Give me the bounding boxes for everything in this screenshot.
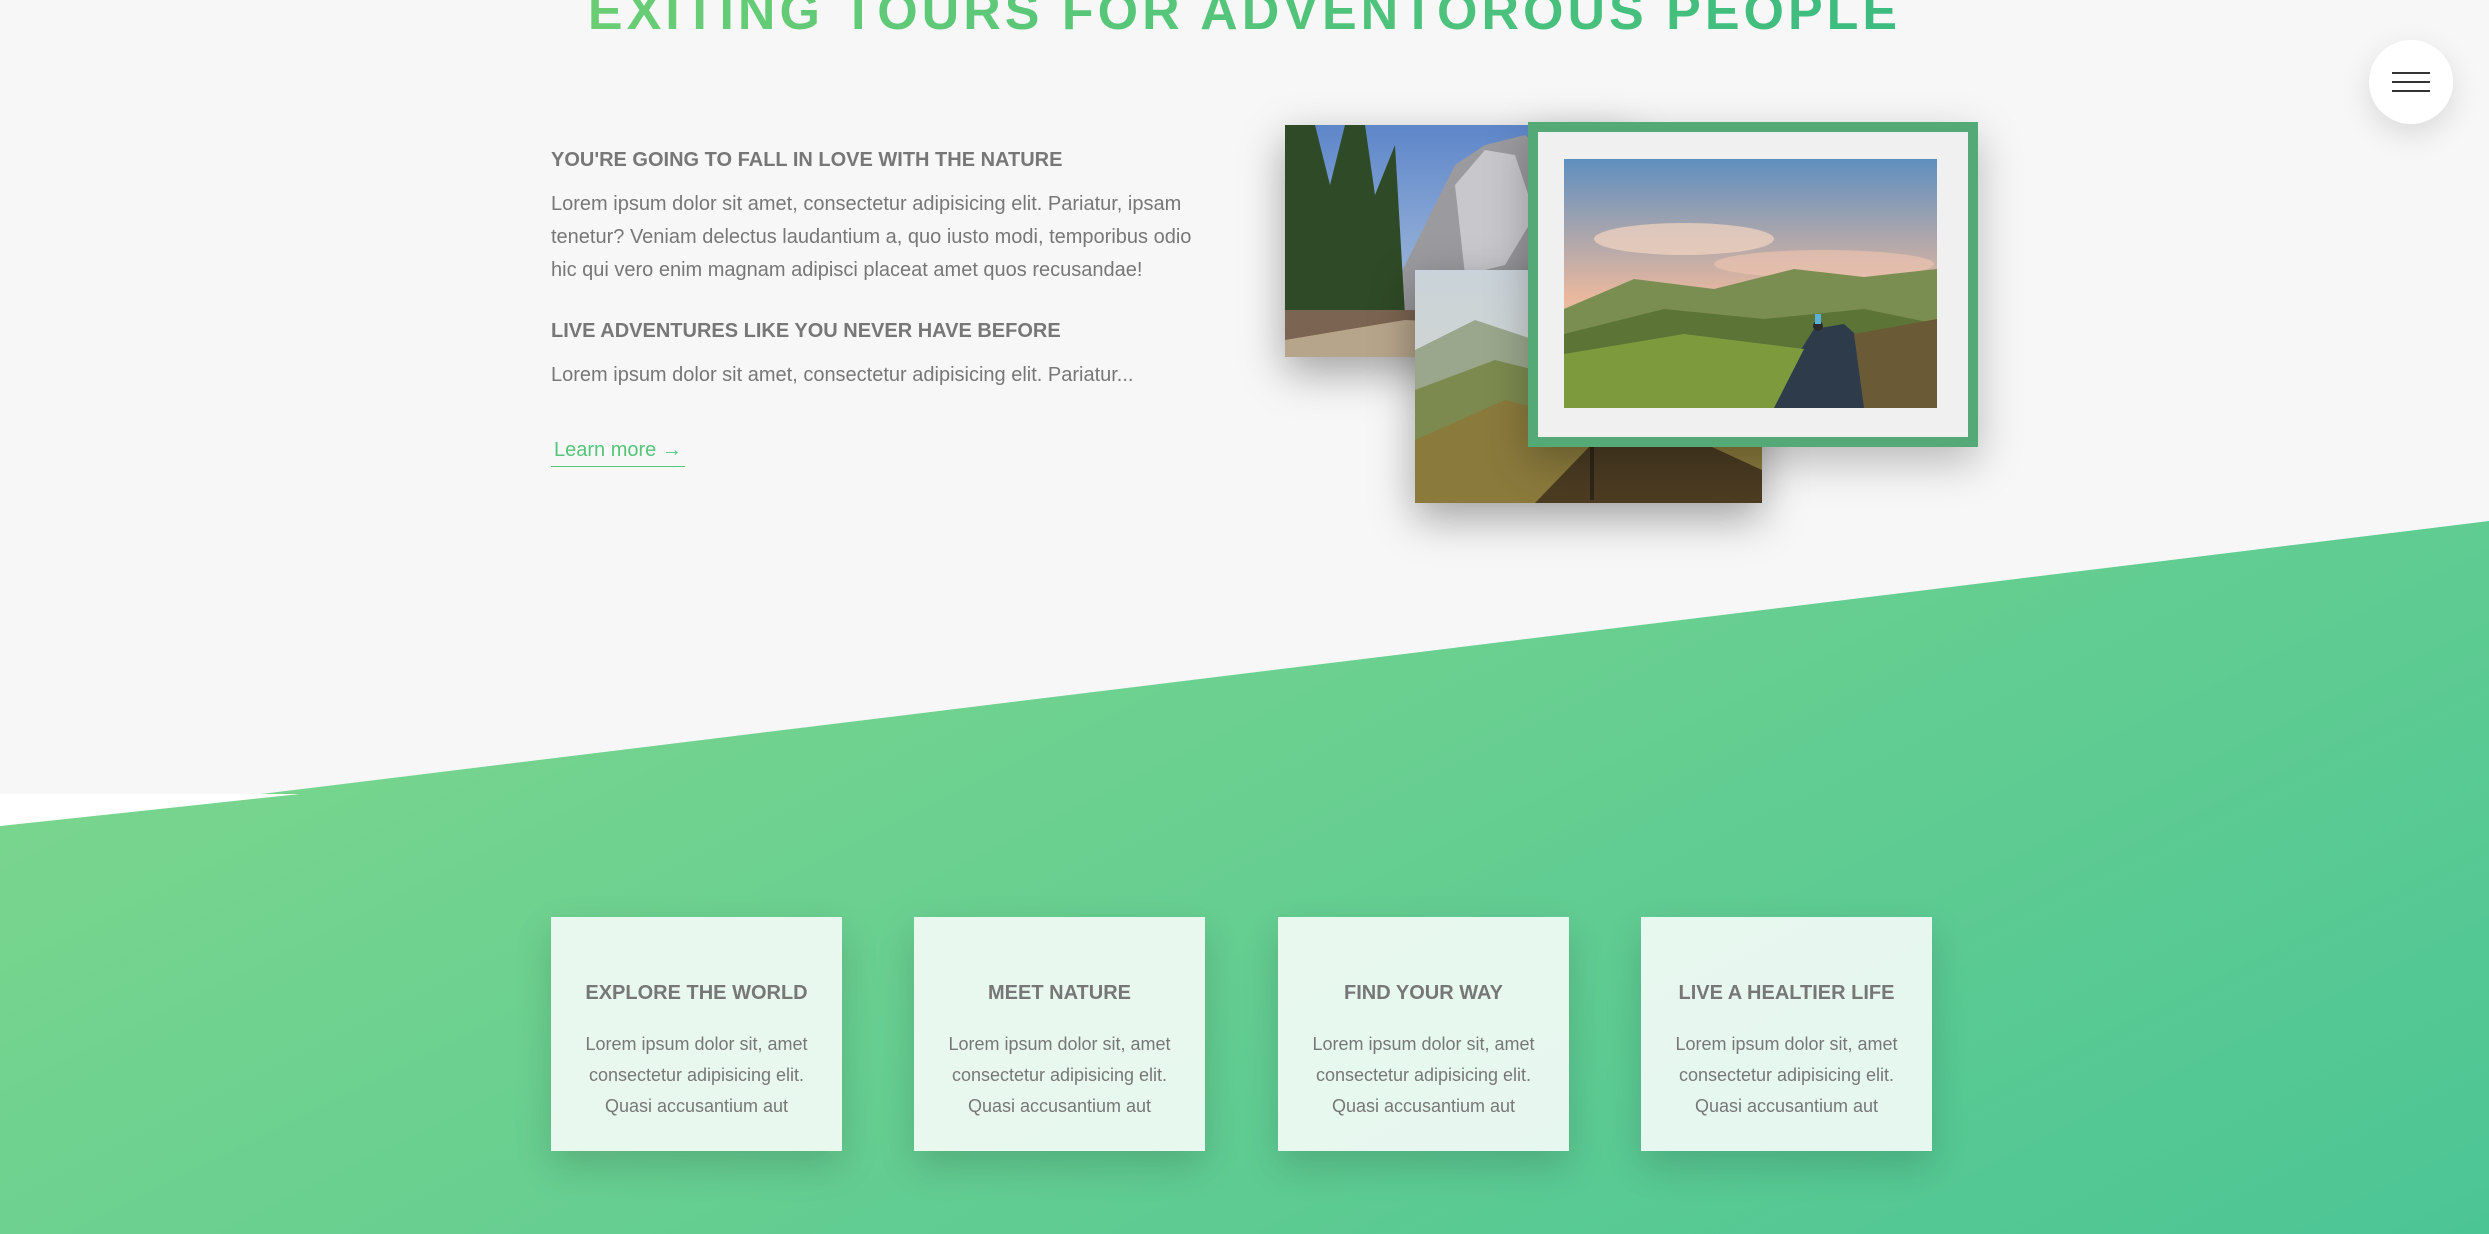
about-block2-title: LIVE ADVENTURES LIKE YOU NEVER HAVE BEFO… — [551, 320, 1061, 342]
hamburger-menu-icon — [2392, 72, 2430, 74]
section-heading: EXITING TOURS FOR ADVENTOROUS PEOPLE — [0, 0, 2489, 42]
feature-text: Lorem ipsum dolor sit, amet consectetur … — [1312, 1034, 1535, 1116]
page: EXITING TOURS FOR ADVENTOROUS PEOPLE YOU… — [0, 0, 2489, 1234]
feature-box-explore: EXPLORE THE WORLD Lorem ipsum dolor sit,… — [551, 917, 842, 1151]
about-text: YOU'RE GOING TO FALL IN LOVE WITH THE NA… — [551, 140, 1201, 467]
learn-more-link[interactable]: Learn more → — [551, 436, 685, 467]
feature-title: EXPLORE THE WORLD — [585, 982, 808, 1004]
feature-box-find-way: FIND YOUR WAY Lorem ipsum dolor sit, ame… — [1278, 917, 1569, 1151]
feature-box-healthier-life: LIVE A HEALTIER LIFE Lorem ipsum dolor s… — [1641, 917, 1932, 1151]
feature-text: Lorem ipsum dolor sit, amet consectetur … — [948, 1034, 1171, 1116]
photo-composition — [1280, 120, 1980, 520]
navigation-menu-button[interactable] — [2369, 40, 2453, 124]
feature-text: Lorem ipsum dolor sit, amet consectetur … — [585, 1034, 808, 1116]
feature-title: MEET NATURE — [988, 982, 1131, 1004]
feature-box-nature: MEET NATURE Lorem ipsum dolor sit, amet … — [914, 917, 1205, 1151]
features-section-background — [0, 521, 2489, 1234]
about-block1-text: Lorem ipsum dolor sit amet, consectetur … — [551, 193, 1192, 281]
feature-text: Lorem ipsum dolor sit, amet consectetur … — [1675, 1034, 1898, 1116]
feature-title: FIND YOUR WAY — [1344, 982, 1503, 1004]
photo-cyclist-road-image — [1564, 159, 1937, 408]
about-block2-text: Lorem ipsum dolor sit amet, consectetur … — [551, 364, 1134, 386]
feature-title: LIVE A HEALTIER LIFE — [1678, 982, 1895, 1004]
photo-cyclist-road[interactable] — [1528, 122, 1978, 447]
about-block1-title: YOU'RE GOING TO FALL IN LOVE WITH THE NA… — [551, 149, 1063, 171]
